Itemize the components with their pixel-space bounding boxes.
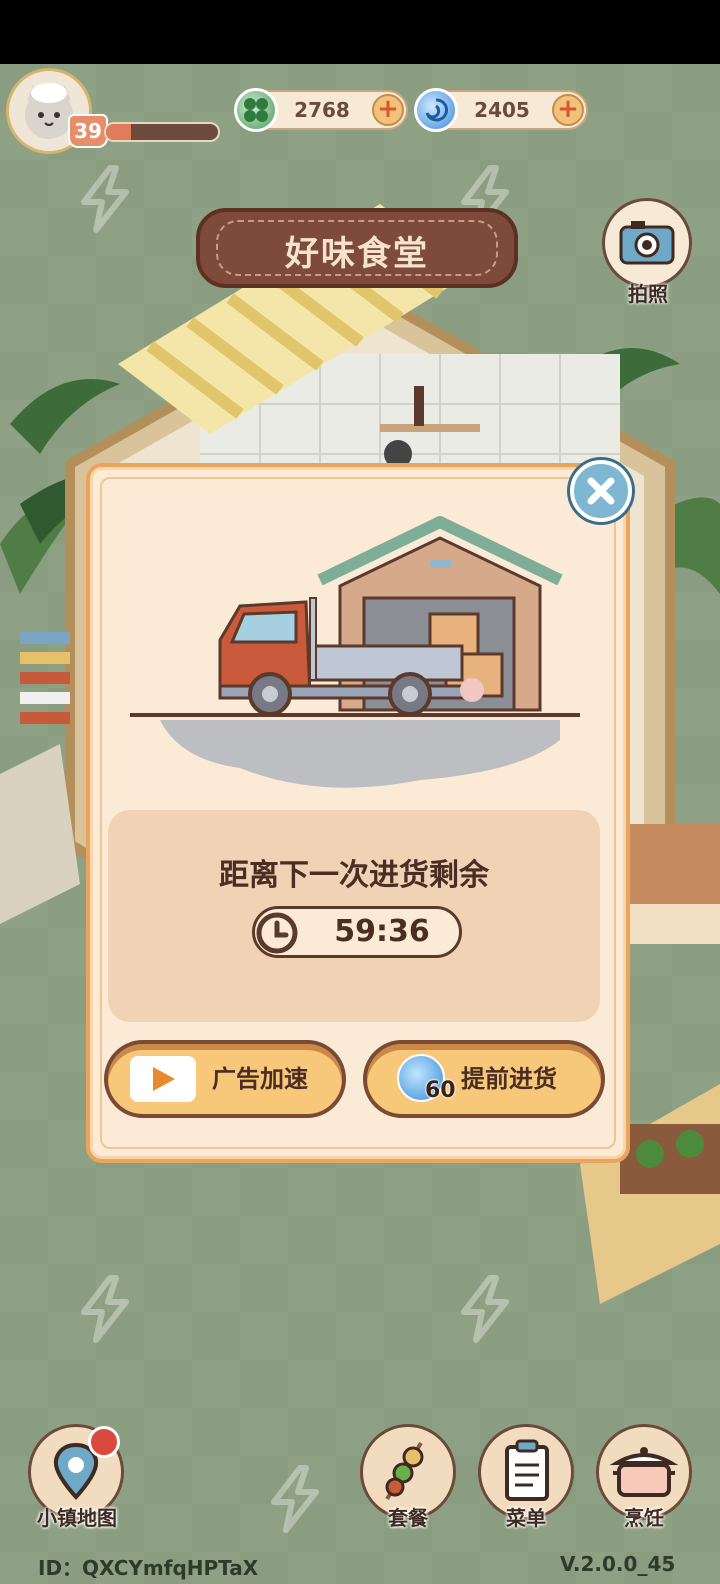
restaurant-name: 好味食堂 bbox=[285, 234, 429, 274]
gem-currency: 2405 + bbox=[414, 88, 588, 132]
countdown-value: 59:36 bbox=[334, 914, 430, 949]
clock-icon bbox=[256, 912, 298, 954]
video-ad-icon bbox=[130, 1056, 196, 1102]
ad-speedup-button[interactable]: 广告加速 bbox=[104, 1040, 346, 1118]
early-restock-button[interactable]: 60 提前进货 bbox=[363, 1040, 605, 1118]
xp-progress-bar bbox=[104, 122, 220, 142]
town-map-label: 小镇地图 bbox=[37, 1506, 117, 1530]
camera-button[interactable] bbox=[602, 198, 692, 288]
clover-amount: 2768 bbox=[294, 98, 350, 122]
level-badge: 39 bbox=[68, 114, 108, 148]
restock-title: 距离下一次进货剩余 bbox=[219, 858, 489, 893]
countdown-timer: 59:36 bbox=[252, 906, 462, 958]
camera-label: 拍照 bbox=[628, 282, 668, 306]
early-restock-label: 提前进货 bbox=[461, 1065, 557, 1093]
camera-icon bbox=[619, 221, 675, 265]
version-text: V.2.0.0_45 bbox=[560, 1552, 676, 1576]
combo-label: 套餐 bbox=[388, 1506, 428, 1530]
add-clover-button[interactable]: + bbox=[372, 94, 404, 126]
player-id: ID：QXCYmfqHPTaX bbox=[38, 1556, 259, 1580]
ad-speedup-label: 广告加速 bbox=[212, 1065, 308, 1093]
bolt-tile-icon bbox=[271, 1465, 319, 1533]
gem-cost: 60 bbox=[425, 1078, 456, 1103]
xp-progress-fill bbox=[106, 124, 131, 140]
restaurant-sign: 好味食堂 bbox=[196, 208, 518, 288]
status-bar bbox=[0, 0, 720, 64]
delivery-truck-illustration bbox=[130, 516, 580, 788]
notification-dot bbox=[88, 1426, 120, 1458]
menu-label: 菜单 bbox=[506, 1506, 546, 1530]
gem-amount: 2405 bbox=[474, 98, 530, 122]
cook-label: 烹饪 bbox=[624, 1506, 664, 1530]
gem-coin-icon bbox=[414, 88, 458, 132]
add-gem-button[interactable]: + bbox=[552, 94, 584, 126]
close-icon bbox=[587, 477, 615, 505]
clover-coin-icon bbox=[234, 88, 278, 132]
clover-currency: 2768 + bbox=[234, 88, 408, 132]
